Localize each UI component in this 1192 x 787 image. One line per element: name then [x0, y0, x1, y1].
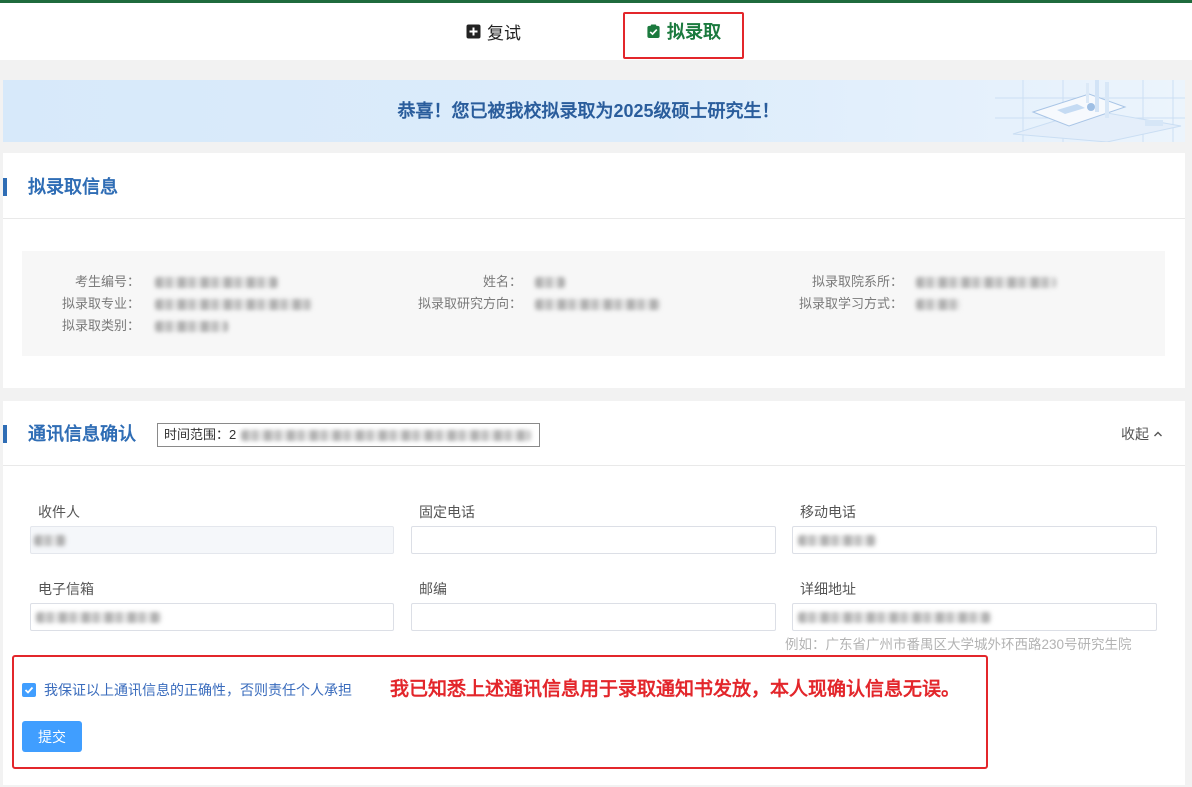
address-input-wrapper[interactable] [792, 603, 1157, 631]
divider [3, 218, 1185, 219]
congrats-banner: 恭喜！您已被我校拟录取为2025级硕士研究生！ [3, 80, 1185, 142]
section-accent-bar [3, 425, 7, 443]
admission-info-box: 考生编号： 姓名： 拟录取院系所： 拟录取专业： 拟录取研究方向： 拟录取学习方… [22, 251, 1165, 356]
info-value [535, 293, 735, 315]
collapse-label: 收起 [1121, 426, 1149, 442]
annotation-note: 我已知悉上述通讯信息用于录取通知书发放，本人现确认信息无误。 [390, 679, 961, 700]
divider [3, 465, 1185, 466]
recipient-input [31, 527, 393, 553]
redacted-value [241, 430, 531, 441]
contact-info-card: 通讯信息确认 时间范围：2 收起 收件人 固定电话 移动电话 电子信箱 邮编 详… [3, 401, 1185, 785]
email-label: 电子信箱 [38, 581, 94, 597]
address-label: 详细地址 [800, 581, 856, 597]
tab-retest[interactable]: 复试 [466, 3, 521, 59]
tab-label: 拟录取 [667, 22, 721, 42]
banner-illustration [995, 80, 1185, 142]
info-value [155, 293, 355, 315]
email-input[interactable] [31, 604, 393, 630]
collapse-toggle[interactable]: 收起 [1121, 424, 1163, 444]
shield-check-icon [646, 23, 661, 39]
section-title: 通讯信息确认 [28, 424, 136, 444]
submit-button[interactable]: 提交 [22, 721, 82, 752]
chevron-up-icon [1153, 430, 1163, 438]
redacted-value [535, 299, 660, 310]
recipient-input-wrapper [30, 526, 394, 554]
mobile-label: 移动电话 [800, 504, 856, 520]
landline-input-wrapper[interactable] [411, 526, 776, 554]
address-hint: 例如：广东省广州市番禺区大学城外环西路230号研究生院 [785, 637, 1132, 652]
info-value [535, 271, 735, 293]
tab-label: 复试 [487, 23, 521, 43]
tab-provisional-admission[interactable]: 拟录取 [646, 3, 721, 59]
recipient-label: 收件人 [38, 504, 80, 520]
address-input[interactable] [793, 604, 1156, 630]
agreement-checkbox[interactable] [22, 683, 36, 697]
landline-label: 固定电话 [419, 504, 475, 520]
admission-info-card: 拟录取信息 考生编号： 姓名： 拟录取院系所： 拟录取专业： 拟录取研究方向： … [3, 153, 1185, 388]
redacted-value [155, 299, 312, 310]
time-range-text: 时间范围：2 [164, 427, 237, 442]
mobile-input[interactable] [793, 527, 1156, 553]
redacted-value [916, 277, 1056, 288]
mobile-input-wrapper[interactable] [792, 526, 1157, 554]
section-accent-bar [3, 178, 7, 196]
landline-input[interactable] [412, 527, 775, 553]
document-plus-icon [466, 23, 481, 39]
agreement-label[interactable]: 我保证以上通讯信息的正确性，否则责任个人承担 [44, 680, 352, 700]
info-label: 拟录取类别： [61, 318, 140, 333]
postcode-input[interactable] [412, 604, 775, 630]
info-value [155, 271, 355, 293]
info-value [916, 271, 1116, 293]
redacted-value [916, 299, 960, 310]
redacted-value [155, 321, 228, 332]
section-title: 拟录取信息 [28, 177, 118, 197]
tab-bar: 复试 拟录取 [0, 3, 1192, 60]
info-label: 考生编号： [74, 274, 140, 289]
time-range-box: 时间范围：2 [157, 423, 540, 447]
info-value [155, 315, 355, 337]
redacted-value [535, 277, 565, 288]
redacted-value [155, 277, 278, 288]
postcode-label: 邮编 [419, 581, 447, 597]
checkmark-icon [24, 686, 34, 694]
info-label: 拟录取学习方式： [798, 296, 903, 311]
info-label: 拟录取院系所： [811, 274, 903, 289]
info-value [916, 293, 1116, 315]
info-label: 姓名： [482, 274, 522, 289]
info-label: 拟录取研究方向： [417, 296, 522, 311]
postcode-input-wrapper[interactable] [411, 603, 776, 631]
email-input-wrapper[interactable] [30, 603, 394, 631]
info-label: 拟录取专业： [61, 296, 140, 311]
